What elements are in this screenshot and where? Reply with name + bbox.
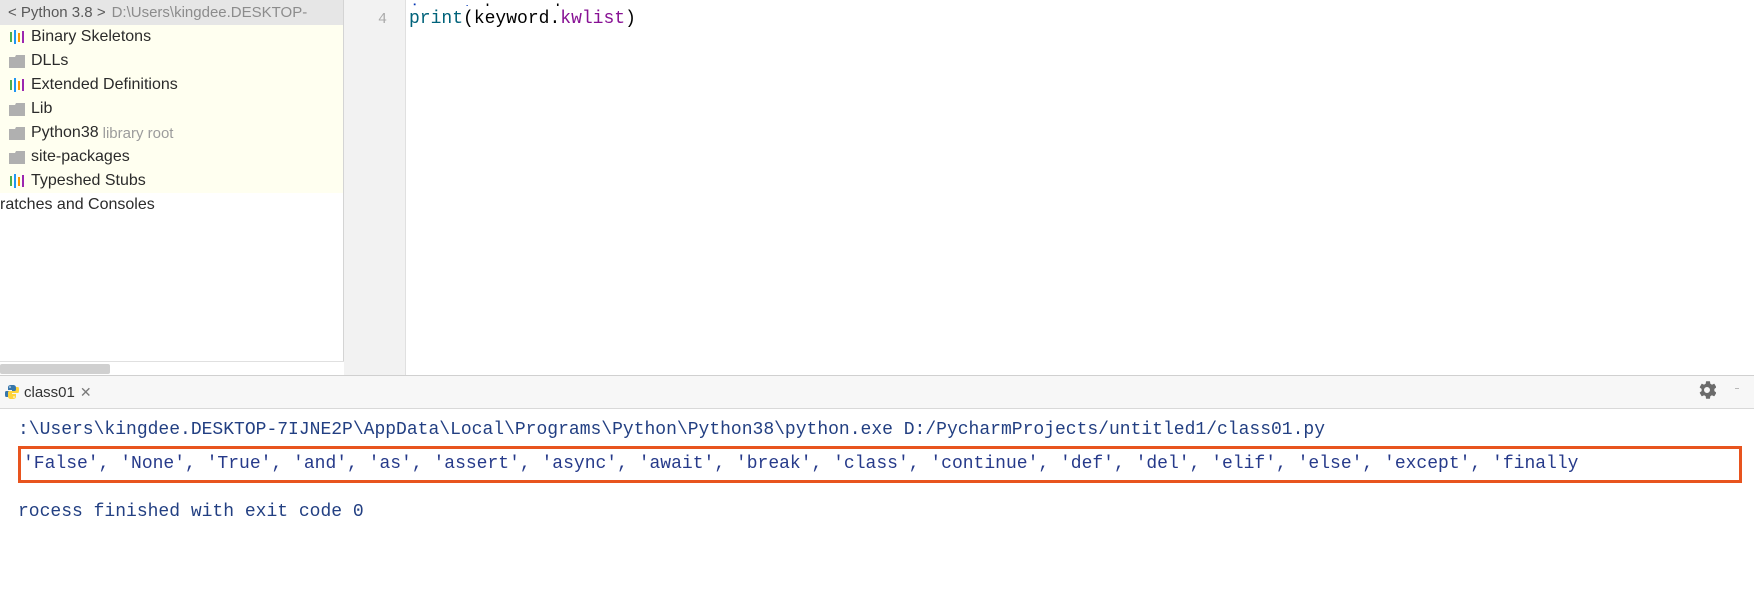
code-line-4: print(keyword.kwlist) [406, 6, 1754, 33]
project-tree: Binary Skeletons DLLs Extended Definitio… [0, 25, 343, 193]
highlighted-output: 'False', 'None', 'True', 'and', 'as', 'a… [18, 446, 1742, 483]
tree-item-typeshed-stubs[interactable]: Typeshed Stubs [0, 169, 343, 193]
console-exit-line: rocess finished with exit code 0 [18, 497, 1742, 528]
stub-icon [8, 29, 26, 45]
python-file-icon [4, 384, 20, 400]
tree-item-label: Python38 [31, 124, 99, 142]
project-sidebar: < Python 3.8 > D:\Users\kingdee.DESKTOP-… [0, 0, 344, 375]
tree-item-label: Lib [31, 100, 52, 118]
tree-item-lib[interactable]: Lib [0, 97, 343, 121]
folder-icon [8, 101, 26, 117]
console-command-line: :\Users\kingdee.DESKTOP-7IJNE2P\AppData\… [18, 415, 1742, 446]
console-kwlist-output: 'False', 'None', 'True', 'and', 'as', 'a… [23, 454, 1578, 474]
python-path-label: D:\Users\kingdee.DESKTOP- [112, 4, 308, 21]
tree-item-dlls[interactable]: DLLs [0, 49, 343, 73]
tree-item-python38[interactable]: Python38 library root [0, 121, 343, 145]
tree-item-label: ratches and Consoles [0, 196, 155, 213]
tree-item-label: Typeshed Stubs [31, 172, 146, 190]
tree-item-binary-skeletons[interactable]: Binary Skeletons [0, 25, 343, 49]
run-console[interactable]: :\Users\kingdee.DESKTOP-7IJNE2P\AppData\… [0, 409, 1754, 534]
tree-item-label: DLLs [31, 52, 68, 70]
library-root-label: library root [103, 125, 174, 142]
folder-icon [8, 125, 26, 141]
tree-item-label: Binary Skeletons [31, 28, 151, 46]
minimize-icon[interactable] [1728, 381, 1746, 399]
folder-icon [8, 53, 26, 69]
editor-gutter: 4 [344, 0, 406, 375]
settings-icon[interactable] [1698, 381, 1716, 399]
code-area[interactable]: import keyword print(keyword.kwlist) [406, 0, 1754, 375]
tree-item-extended-definitions[interactable]: Extended Definitions [0, 73, 343, 97]
tree-item-scratches[interactable]: ratches and Consoles [0, 193, 343, 217]
stub-icon [8, 173, 26, 189]
run-tab-label[interactable]: class01 [24, 384, 75, 401]
tree-item-label: Extended Definitions [31, 76, 178, 94]
line-number: 4 [344, 6, 387, 33]
stub-icon [8, 77, 26, 93]
run-tabbar: class01 ✕ [0, 376, 1754, 409]
close-tab-button[interactable]: ✕ [80, 384, 92, 401]
python-version-label: < Python 3.8 > [8, 4, 106, 21]
tree-item-site-packages[interactable]: site-packages [0, 145, 343, 169]
code-editor[interactable]: 4 import keyword print(keyword.kwlist) [344, 0, 1754, 375]
tree-item-label: site-packages [31, 148, 130, 166]
folder-icon [8, 149, 26, 165]
sidebar-scrollbar[interactable] [0, 361, 344, 375]
sidebar-header[interactable]: < Python 3.8 > D:\Users\kingdee.DESKTOP- [0, 0, 343, 25]
